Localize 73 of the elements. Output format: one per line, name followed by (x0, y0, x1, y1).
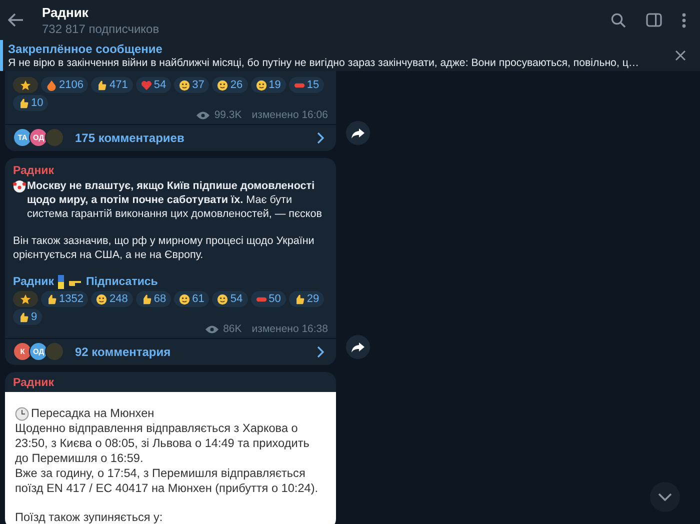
author-name[interactable]: Радник (13, 165, 328, 177)
hand-icon (46, 294, 57, 304)
share-arrow-icon (351, 128, 365, 138)
reaction-button[interactable]: 54 (212, 291, 248, 307)
face-icon (179, 294, 190, 304)
reaction-button[interactable] (13, 77, 38, 93)
message-time: изменено 16:06 (252, 109, 328, 121)
clown-face-icon (13, 180, 26, 193)
subscriber-count: 732 817 подписчиков (42, 22, 160, 36)
share-button[interactable] (346, 121, 370, 145)
message-text: Він також зазначив, що рф у мирному процесі щодо України орієнтується на США, а не на Європу. (13, 234, 316, 262)
pinned-label: Закреплённое сообщение (8, 42, 164, 56)
more-icon[interactable] (682, 12, 686, 28)
search-icon[interactable] (611, 12, 626, 28)
signature-link[interactable]: Радник (13, 276, 54, 288)
hand-icon (18, 98, 29, 108)
hand-icon (96, 80, 108, 90)
chevron-down-icon (658, 493, 672, 501)
heart-icon (140, 80, 152, 90)
star-icon (20, 80, 31, 90)
reaction-button[interactable]: 68 (136, 291, 172, 307)
subscribe-link[interactable]: Підписатись (86, 276, 158, 288)
view-count: 86K (223, 323, 242, 335)
hand-icon (18, 312, 29, 322)
reaction-button[interactable]: 1352 (41, 291, 88, 307)
clock-icon (15, 406, 29, 420)
avatar-photo-placeholder (45, 128, 64, 147)
chevron-right-icon (317, 346, 324, 358)
face-icon (256, 80, 267, 90)
image-text: Щоденно відправлення відправляється з Харкова о 23:50, з Києва о 08:05, зі Львова о 14:49 та приходить до Перемишля о 16:59. (15, 421, 310, 466)
sidebar-toggle-icon[interactable] (646, 13, 662, 27)
image-text: Поїзд також зупиняється у: (15, 510, 164, 524)
share-arrow-icon (351, 342, 365, 352)
image-text: Пересадка на Мюнхен (31, 406, 154, 421)
reaction-button[interactable]: 9 (13, 309, 42, 325)
pinned-message-bar[interactable]: Закреплённое сообщение Я не вірю в закінчення війни в найближчі місяці, бо путіну не вигідно зараз закінчувати, адже: Вони просуваються, повільно, ц… (0, 40, 700, 71)
face-icon (179, 80, 190, 90)
flag-icon (58, 275, 64, 289)
reaction-button[interactable]: 26 (212, 77, 248, 93)
author-name[interactable]: Радник (5, 372, 336, 392)
face-icon (96, 294, 108, 304)
share-button[interactable] (346, 335, 370, 359)
hand-icon (140, 294, 152, 304)
image-text: Вже за годину, о 17:54, з Перемишля відправляється поїзд EN 417 / EC 40417 на Мюнхен (прибуття о 10:24). (15, 466, 320, 496)
flame-icon (46, 80, 57, 90)
reaction-button[interactable]: 471 (91, 77, 133, 93)
reaction-button[interactable] (13, 291, 38, 307)
reaction-button[interactable]: 54 (136, 77, 172, 93)
hand-icon (294, 294, 305, 304)
eye-icon (196, 110, 210, 120)
reaction-button[interactable]: 29 (288, 291, 324, 307)
star-icon (20, 294, 31, 304)
reaction-button[interactable]: 19 (250, 77, 286, 93)
message-time: изменено 16:38 (252, 323, 328, 335)
chevron-right-icon (317, 132, 324, 144)
close-icon[interactable] (675, 50, 686, 61)
reaction-button[interactable]: 50 (250, 291, 286, 307)
reaction-button[interactable]: 2106 (41, 77, 88, 93)
view-count: 99.3K (214, 109, 242, 121)
reaction-button[interactable]: 10 (13, 95, 48, 111)
face-icon (217, 80, 228, 90)
channel-title[interactable]: Радник (42, 4, 591, 20)
pinned-text: Я не вірю в закінчення війни в найближчі місяці, бо путіну не вигідно зараз закінчувати, адже: Вони просуваються, повільно, ц… (8, 57, 640, 69)
back-arrow-icon[interactable] (8, 13, 24, 27)
reaction-button[interactable]: 61 (174, 291, 210, 307)
message-text: Москву не влаштує, якщо Київ підпише домовленості щодо миру, а потім почне саботувати їх. Має бути система гарантій виконання цих домовленостей, — пєсков (27, 179, 323, 221)
eye-icon (205, 324, 220, 334)
reaction-button[interactable]: 37 (174, 77, 210, 93)
face-icon (217, 294, 228, 304)
avatar-photo-placeholder (45, 342, 64, 361)
scroll-down-button[interactable] (650, 482, 680, 512)
reaction-button[interactable]: 248 (91, 291, 133, 307)
reaction-button[interactable]: 15 (288, 77, 324, 93)
